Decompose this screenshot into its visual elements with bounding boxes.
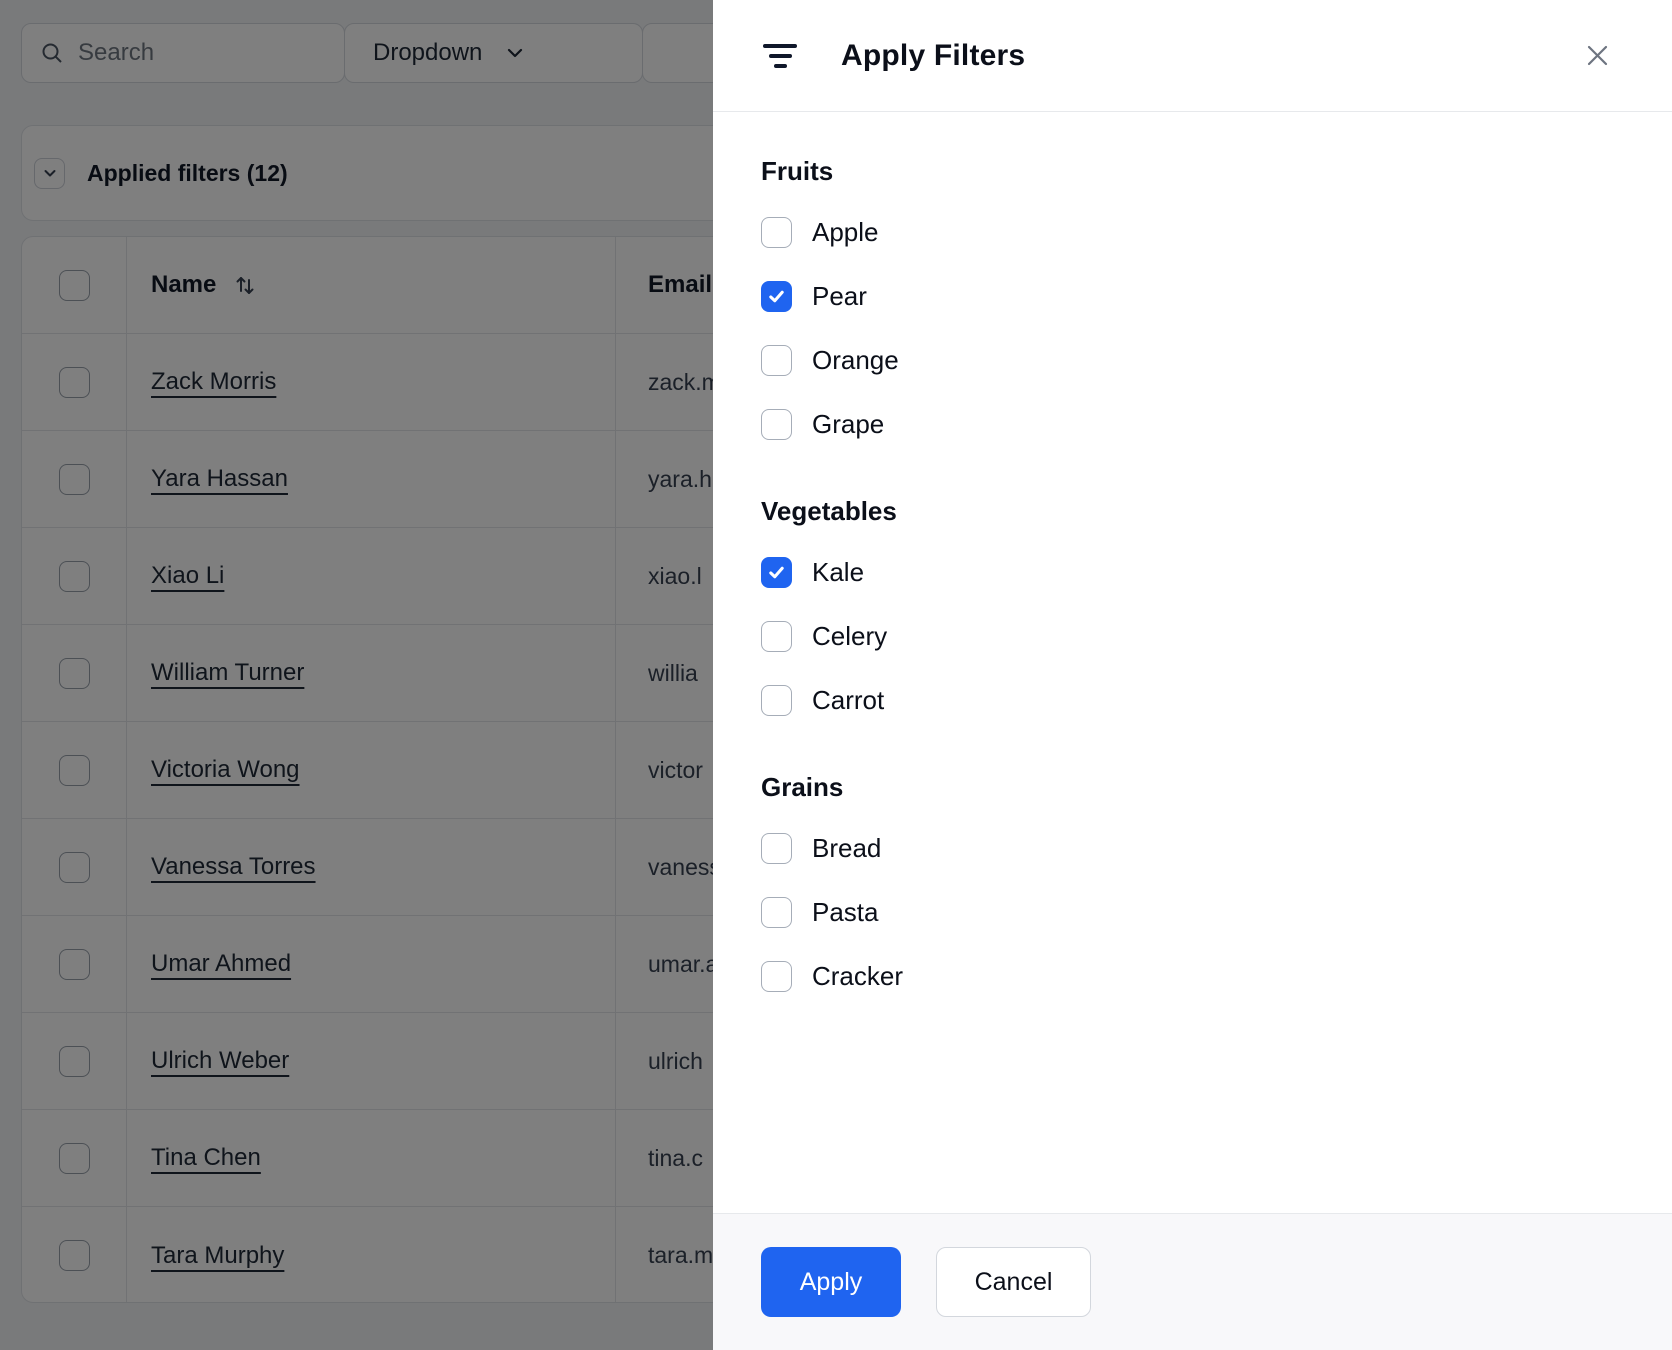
checkmark-icon [769,566,784,579]
checkmark-icon [769,290,784,303]
filter-option-row[interactable]: Kale [761,557,1624,588]
filter-option-label[interactable]: Kale [812,557,864,588]
filter-section: Fruits Apple Pear Orange Grape [761,156,1624,440]
filter-option-label[interactable]: Cracker [812,961,903,992]
apply-filters-panel: Apply Filters Fruits Apple Pear Orange G… [713,0,1672,1350]
filter-section: Grains Bread Pasta Cracker [761,772,1624,992]
filter-section: Vegetables Kale Celery Carrot [761,496,1624,716]
filter-option-label[interactable]: Pear [812,281,867,312]
apply-button[interactable]: Apply [761,1247,901,1317]
filter-options: Bread Pasta Cracker [761,833,1624,992]
panel-body: Fruits Apple Pear Orange Grape Vegetable… [713,112,1672,1213]
close-button[interactable] [1580,38,1615,73]
cancel-button[interactable]: Cancel [936,1247,1091,1317]
sections-container: Fruits Apple Pear Orange Grape Vegetable… [761,156,1624,992]
filter-option-row[interactable]: Pear [761,281,1624,312]
filter-checkbox[interactable] [761,409,792,440]
filter-checkbox[interactable] [761,217,792,248]
filter-option-row[interactable]: Apple [761,217,1624,248]
filter-checkbox-checked[interactable] [761,557,792,588]
filter-checkbox[interactable] [761,961,792,992]
filter-checkbox-checked[interactable] [761,281,792,312]
filter-section-heading: Vegetables [761,496,897,526]
filter-options: Apple Pear Orange Grape [761,217,1624,440]
filter-checkbox[interactable] [761,621,792,652]
filter-section-heading: Grains [761,772,844,802]
filter-checkbox[interactable] [761,345,792,376]
filter-option-row[interactable]: Grape [761,409,1624,440]
filter-checkbox[interactable] [761,685,792,716]
filter-option-row[interactable]: Pasta [761,897,1624,928]
filter-option-label[interactable]: Orange [812,345,899,376]
screen: Dropdown Applied filters (12) Na [0,0,1672,1350]
filter-option-row[interactable]: Carrot [761,685,1624,716]
filter-option-label[interactable]: Apple [812,217,879,248]
filter-option-row[interactable]: Celery [761,621,1624,652]
filter-option-row[interactable]: Orange [761,345,1624,376]
filter-section-heading: Fruits [761,156,834,186]
filter-options: Kale Celery Carrot [761,557,1624,716]
filter-option-label[interactable]: Bread [812,833,881,864]
panel-header: Apply Filters [713,0,1672,112]
filter-checkbox[interactable] [761,897,792,928]
panel-footer: Apply Cancel [713,1213,1672,1350]
filter-option-label[interactable]: Grape [812,409,884,440]
filter-option-row[interactable]: Cracker [761,961,1624,992]
panel-title: Apply Filters [841,38,1026,72]
x-icon [1587,45,1608,66]
filter-option-label[interactable]: Celery [812,621,887,652]
filter-lines-icon [761,43,799,68]
filter-checkbox[interactable] [761,833,792,864]
filter-option-label[interactable]: Carrot [812,685,884,716]
filter-option-row[interactable]: Bread [761,833,1624,864]
filter-option-label[interactable]: Pasta [812,897,879,928]
